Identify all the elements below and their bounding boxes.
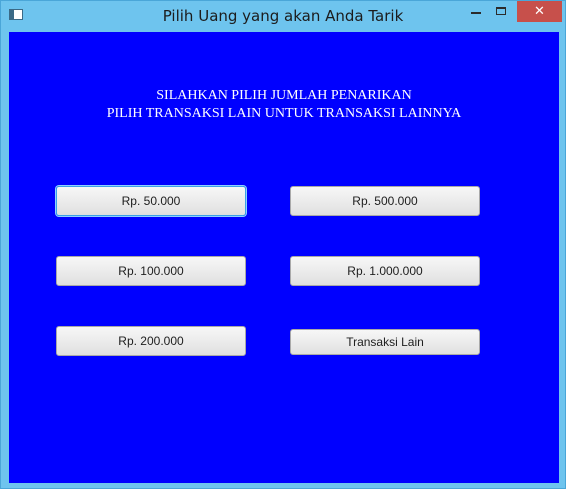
main-panel: SILAHKAN PILIH JUMLAH PENARIKAN PILIH TR… — [9, 32, 559, 483]
amount-100000-button[interactable]: Rp. 100.000 — [56, 256, 246, 286]
amount-200000-button[interactable]: Rp. 200.000 — [56, 326, 246, 356]
instruction-subheading: PILIH TRANSAKSI LAIN UNTUK TRANSAKSI LAI… — [106, 106, 462, 121]
amount-50000-button[interactable]: Rp. 50.000 — [56, 186, 246, 216]
close-button[interactable]: ✕ — [517, 1, 562, 22]
minimize-button[interactable] — [463, 1, 489, 22]
amount-500000-button[interactable]: Rp. 500.000 — [290, 186, 480, 216]
instruction-heading: SILAHKAN PILIH JUMLAH PENARIKAN — [156, 88, 412, 103]
minimize-icon — [471, 12, 481, 14]
maximize-icon — [496, 7, 506, 15]
amount-1000000-button[interactable]: Rp. 1.000.000 — [290, 256, 480, 286]
title-bar[interactable]: Pilih Uang yang akan Anda Tarik ✕ — [1, 1, 565, 31]
app-window: Pilih Uang yang akan Anda Tarik ✕ SILAHK… — [0, 0, 566, 489]
maximize-button[interactable] — [489, 1, 515, 22]
other-transaction-button[interactable]: Transaksi Lain — [290, 329, 480, 355]
close-icon: ✕ — [534, 4, 545, 19]
